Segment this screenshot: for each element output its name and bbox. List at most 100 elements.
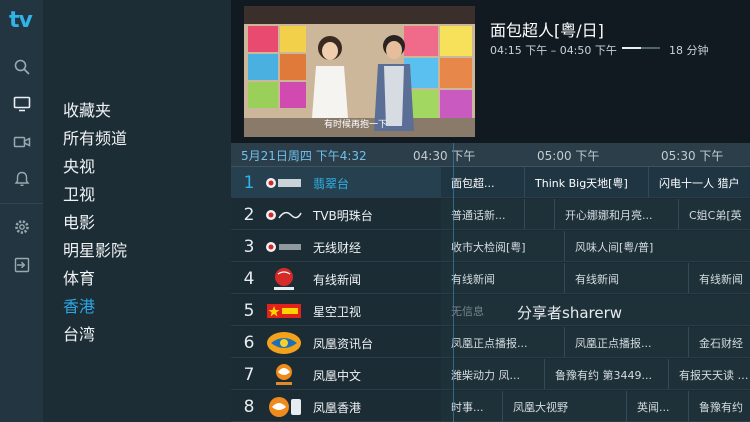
channel-logo-jade xyxy=(265,171,303,195)
program-strip: 时事... 凤凰大视野 英闻... 鲁豫有约 xyxy=(441,391,750,422)
channel-number: 6 xyxy=(243,333,255,353)
program-cell[interactable]: 风味人间[粤/普] xyxy=(565,231,750,261)
exit-icon[interactable] xyxy=(11,254,33,276)
tv-icon[interactable] xyxy=(11,93,33,115)
menu-item-cctv[interactable]: 央视 xyxy=(63,153,95,177)
channel-row[interactable]: 5 星空卫视 无信息 xyxy=(231,295,750,327)
channel-number: 4 xyxy=(243,269,255,289)
channel-name: 凤凰资讯台 xyxy=(313,337,374,351)
program-cell[interactable] xyxy=(525,199,555,229)
program-cell[interactable]: 有线新闻 xyxy=(565,263,689,293)
menu-item-star-cinema[interactable]: 明星影院 xyxy=(63,237,127,261)
program-title-label: 开心娜娜和月亮... xyxy=(565,209,653,222)
channel-cell[interactable]: 4 有线新闻 xyxy=(231,263,441,294)
channel-logo-phoenix-chinese xyxy=(265,363,303,387)
video-preview[interactable]: 有时候再抱一下 xyxy=(244,6,475,137)
channel-cell[interactable]: 3 无线财经 xyxy=(231,231,441,262)
program-title-label: 收市大检阅[粤] xyxy=(451,241,526,254)
channel-name: 星空卫视 xyxy=(313,305,362,319)
program-progress-fill xyxy=(622,47,641,49)
program-progress-bar xyxy=(622,47,660,49)
program-title-label: 凤凰正点播报... xyxy=(575,337,652,350)
channel-row[interactable]: 7 凤凰中文 潍柴动力 凤... 鲁豫有约 第3449... 有报天天读 … xyxy=(231,359,750,391)
program-cell[interactable]: 潍柴动力 凤... xyxy=(441,359,545,389)
time-slot: 05:00 下午 xyxy=(537,149,600,163)
menu-item-hongkong[interactable]: 香港 xyxy=(63,293,95,317)
current-time-indicator xyxy=(453,143,454,422)
program-cell[interactable]: 开心娜娜和月亮... xyxy=(555,199,679,229)
program-cell[interactable]: 有线新闻 xyxy=(441,263,565,293)
program-title-label: 时事... xyxy=(451,401,484,414)
program-strip: 凤凰正点播报... 凤凰正点播报... 金石财经 xyxy=(441,327,750,358)
channel-number: 2 xyxy=(243,205,255,225)
channel-cell[interactable]: 5 星空卫视 xyxy=(231,295,441,326)
program-cell[interactable]: 时事... xyxy=(441,391,503,421)
channel-row[interactable]: 1 翡翠台 面包超... Think Big天地[粤] 闪电十一人 猎户 xyxy=(231,167,750,199)
program-cell[interactable]: 凤凰正点播报... xyxy=(565,327,689,357)
program-title-label: 有报天天读 … xyxy=(679,369,749,382)
icon-rail: tv xyxy=(0,0,43,422)
program-cell[interactable]: Think Big天地[粤] xyxy=(525,167,649,197)
channel-row[interactable]: 6 凤凰资讯台 凤凰正点播报... 凤凰正点播报... 金石财经 xyxy=(231,327,750,359)
rail-divider xyxy=(0,203,43,204)
program-title-label: 面包超... xyxy=(451,177,495,190)
channel-number: 8 xyxy=(243,397,255,417)
search-icon[interactable] xyxy=(11,56,33,78)
gear-icon[interactable] xyxy=(11,216,33,238)
channel-row[interactable]: 3 无线财经 收市大检阅[粤] 风味人间[粤/普] xyxy=(231,231,750,263)
channel-cell[interactable]: 1 翡翠台 xyxy=(231,167,441,198)
channel-logo-star xyxy=(265,299,303,323)
channel-logo-finance xyxy=(265,235,303,259)
program-strip: 普通话新... 开心娜娜和月亮... C姐C弟[英 xyxy=(441,199,750,230)
program-title-label: 凤凰正点播报... xyxy=(451,337,528,350)
channel-row[interactable]: 2 TVB明珠台 普通话新... 开心娜娜和月亮... C姐C弟[英 xyxy=(231,199,750,231)
channel-cell[interactable]: 7 凤凰中文 xyxy=(231,359,441,390)
program-cell[interactable]: 收市大检阅[粤] xyxy=(441,231,565,261)
program-title-label: 有线新闻 xyxy=(451,273,495,286)
menu-item-satellite[interactable]: 卫视 xyxy=(63,181,95,205)
bell-icon[interactable] xyxy=(11,168,33,190)
menu-item-movies[interactable]: 电影 xyxy=(63,209,95,233)
channel-row[interactable]: 8 凤凰香港 时事... 凤凰大视野 英闻... 鲁豫有约 xyxy=(231,391,750,422)
channel-cell[interactable]: 6 凤凰资讯台 xyxy=(231,327,441,358)
program-title-label: 有线新闻 xyxy=(575,273,619,286)
program-duration: 18 分钟 xyxy=(669,44,709,57)
program-cell[interactable]: 有报天天读 … xyxy=(669,359,750,389)
channel-name: TVB明珠台 xyxy=(313,209,373,223)
channel-number: 3 xyxy=(243,237,255,257)
program-cell[interactable]: 凤凰正点播报... xyxy=(441,327,565,357)
channel-name: 无线财经 xyxy=(313,241,362,255)
channel-number: 7 xyxy=(243,365,255,385)
program-cell[interactable]: 凤凰大视野 xyxy=(503,391,627,421)
program-title-label: Think Big天地[粤] xyxy=(535,177,628,190)
watermark-text: 分享者sharerw xyxy=(517,304,623,322)
program-cell[interactable]: 鲁豫有约 第3449... xyxy=(545,359,669,389)
program-cell[interactable]: 鲁豫有约 xyxy=(689,391,750,421)
menu-item-all-channels[interactable]: 所有频道 xyxy=(63,125,127,149)
timeline-header: 5月21日周四 下午4:32 04:30 下午 05:00 下午 05:30 下… xyxy=(231,143,750,167)
program-cell[interactable]: 英闻... xyxy=(627,391,689,421)
program-strip: 面包超... Think Big天地[粤] 闪电十一人 猎户 xyxy=(441,167,750,198)
program-title-label: 凤凰大视野 xyxy=(513,401,568,414)
menu-item-taiwan[interactable]: 台湾 xyxy=(63,321,95,345)
current-date-time: 5月21日周四 下午4:32 xyxy=(241,149,367,163)
program-cell[interactable]: 闪电十一人 猎户 xyxy=(649,167,750,197)
channel-cell[interactable]: 2 TVB明珠台 xyxy=(231,199,441,230)
program-cell[interactable]: 有线新闻 xyxy=(689,263,750,293)
program-cell[interactable]: C姐C弟[英 xyxy=(679,199,750,229)
menu-item-favorites[interactable]: 收藏夹 xyxy=(63,97,111,121)
channel-logo-phoenix-hk xyxy=(265,395,303,419)
channel-logo-hkc xyxy=(265,267,303,291)
channel-cell[interactable]: 8 凤凰香港 xyxy=(231,391,441,422)
program-title-label: 风味人间[粤/普] xyxy=(575,241,654,254)
video-camera-icon[interactable] xyxy=(11,131,33,153)
channel-number: 1 xyxy=(243,173,255,193)
program-strip: 收市大检阅[粤] 风味人间[粤/普] xyxy=(441,231,750,262)
program-title-label: 鲁豫有约 xyxy=(699,401,743,414)
category-menu: 收藏夹 所有频道 央视 卫视 电影 明星影院 体育 香港 台湾 xyxy=(43,0,231,422)
program-title-label: 鲁豫有约 第3449... xyxy=(555,369,652,382)
channel-logo-pearl xyxy=(265,203,303,227)
channel-row[interactable]: 4 有线新闻 有线新闻 有线新闻 有线新闻 xyxy=(231,263,750,295)
menu-item-sports[interactable]: 体育 xyxy=(63,265,95,289)
program-cell[interactable]: 金石财经 xyxy=(689,327,750,357)
